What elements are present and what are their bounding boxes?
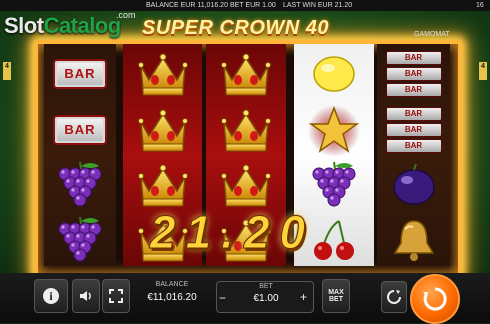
big-win-amount: 21.20 bbox=[149, 206, 316, 259]
star-icon bbox=[308, 104, 360, 156]
crown-icon bbox=[221, 53, 271, 95]
reel-symbol-star bbox=[294, 102, 374, 157]
fullscreen-icon bbox=[109, 289, 123, 303]
fullscreen-button[interactable] bbox=[102, 279, 130, 313]
reel-symbol-bar: BAR bbox=[44, 46, 116, 101]
bell-icon bbox=[393, 219, 434, 261]
reel-symbol-triple-bar: BAR BAR BAR bbox=[377, 46, 450, 101]
crown-icon bbox=[221, 109, 271, 151]
reel-5: BAR BAR BAR BAR BAR BAR bbox=[377, 44, 450, 266]
game-title: SUPER CROWN 40 bbox=[142, 17, 330, 39]
plum-icon bbox=[392, 163, 435, 205]
max-bet-label-2: BET bbox=[329, 296, 343, 303]
max-bet-button[interactable]: MAX BET bbox=[322, 279, 350, 313]
watermark-logo: SlotCatalog bbox=[4, 13, 121, 38]
reel-symbol-grapes bbox=[44, 157, 116, 212]
info-button[interactable]: i bbox=[34, 279, 68, 313]
spin-button[interactable] bbox=[410, 274, 460, 324]
crown-icon bbox=[221, 164, 271, 206]
reel-symbol-grapes bbox=[44, 212, 116, 267]
watermark-domain: .com bbox=[116, 10, 136, 20]
crown-icon bbox=[137, 53, 188, 95]
sound-button[interactable] bbox=[72, 279, 100, 313]
reel-symbol-crown bbox=[206, 102, 286, 157]
crown-icon bbox=[137, 109, 188, 151]
top-status-bar: BALANCE EUR 11,016.20 BET EUR 1.00 LAST … bbox=[0, 0, 490, 11]
bar-symbol: BAR bbox=[53, 114, 107, 145]
reel-1: BAR BAR bbox=[44, 44, 116, 266]
bet-label: BET bbox=[259, 283, 273, 290]
bet-minus-button[interactable]: − bbox=[219, 291, 226, 305]
reel-symbol-crown bbox=[123, 102, 202, 157]
line-marker-left: 4 bbox=[3, 62, 11, 80]
reel-symbol-crown bbox=[206, 46, 286, 101]
sound-icon bbox=[80, 291, 91, 301]
grapes-icon bbox=[58, 216, 102, 261]
top-bet: BET EUR 1.00 bbox=[230, 2, 276, 9]
provider-logo: GAMOMAT bbox=[414, 31, 450, 38]
reel-symbol-bell bbox=[377, 212, 450, 267]
line-marker-right: 4 bbox=[479, 62, 487, 80]
top-last-win: LAST WIN EUR 21.20 bbox=[283, 2, 353, 9]
crown-icon bbox=[137, 164, 188, 206]
lemon-icon bbox=[313, 55, 355, 92]
triple-bar-symbol: BAR BAR BAR bbox=[385, 106, 442, 153]
triple-bar-symbol: BAR BAR BAR bbox=[385, 50, 442, 97]
spin-icon bbox=[423, 287, 447, 311]
reel-symbol-crown bbox=[123, 157, 202, 212]
cherries-icon bbox=[314, 219, 354, 260]
reel-symbol-crown bbox=[206, 157, 286, 212]
info-icon: i bbox=[43, 288, 59, 304]
bet-value: €1.00 bbox=[253, 293, 279, 304]
reel-symbol-bar: BAR bbox=[44, 102, 116, 157]
bet-plus-button[interactable]: + bbox=[300, 290, 307, 304]
reel-symbol-crown bbox=[123, 46, 202, 101]
reel-symbol-triple-bar: BAR BAR BAR bbox=[377, 102, 450, 157]
grapes-icon bbox=[312, 161, 356, 206]
reel-symbol-grapes bbox=[294, 157, 374, 212]
balance-value: €11,016.20 bbox=[147, 292, 197, 303]
autoplay-button[interactable] bbox=[381, 281, 407, 313]
bar-symbol: BAR bbox=[53, 58, 107, 89]
top-counter: 16 bbox=[476, 2, 484, 9]
balance-label: BALANCE bbox=[155, 281, 189, 288]
grapes-icon bbox=[58, 161, 102, 206]
max-bet-label-1: MAX bbox=[328, 289, 344, 296]
reel-symbol-plum bbox=[377, 157, 450, 212]
top-balance: BALANCE EUR 11,016.20 bbox=[146, 2, 228, 9]
autoplay-icon bbox=[387, 290, 401, 304]
reel-symbol-lemon bbox=[294, 46, 374, 101]
